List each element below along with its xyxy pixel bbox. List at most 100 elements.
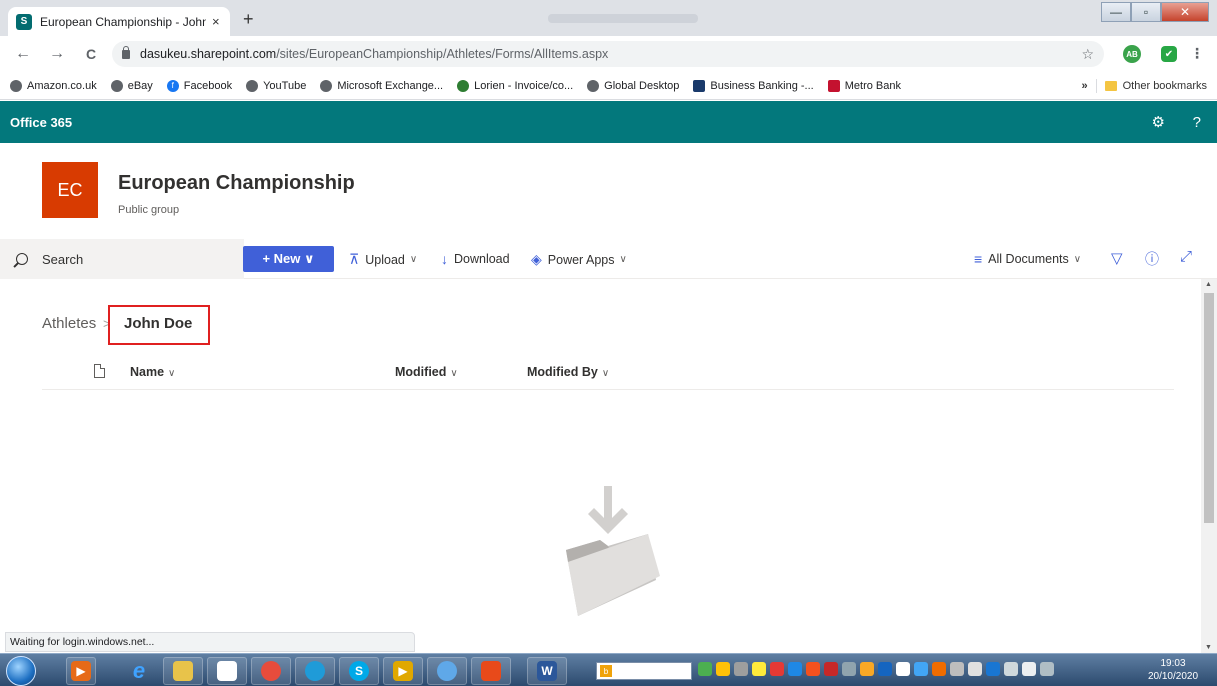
scrollbar-thumb[interactable] (1204, 293, 1214, 523)
tray-icon[interactable] (824, 662, 838, 676)
taskbar-app[interactable]: ▶ (66, 657, 96, 685)
breadcrumb-athletes[interactable]: Athletes (42, 315, 96, 332)
column-modified-by-label: Modified By (527, 365, 598, 379)
search-input[interactable]: Search (0, 239, 244, 279)
info-icon[interactable]: ⓘ (1145, 249, 1159, 269)
tray-icon[interactable] (860, 662, 874, 676)
bookmark-exchange[interactable]: Microsoft Exchange... (320, 79, 443, 92)
bookmark-amazon[interactable]: Amazon.co.uk (10, 79, 97, 92)
bookmark-business-banking[interactable]: Business Banking -... (693, 79, 814, 92)
tray-icon[interactable] (788, 662, 802, 676)
chevron-down-icon: ∨ (601, 368, 610, 379)
tray-icon[interactable] (896, 662, 910, 676)
tray-icon[interactable] (932, 662, 946, 676)
taskbar-app[interactable]: W (527, 657, 567, 685)
other-bookmarks[interactable]: Other bookmarks (1123, 80, 1207, 92)
view-selector[interactable]: ≡ All Documents ∨ (974, 251, 1081, 267)
taskbar-clock[interactable]: 19:03 20/10/2020 (1138, 657, 1208, 683)
taskbar-search-input[interactable]: b (596, 662, 692, 680)
upload-button[interactable]: ⊼ Upload ∨ (349, 251, 417, 268)
upload-label: Upload (365, 252, 405, 267)
close-window-icon[interactable]: ✕ (1161, 2, 1209, 22)
tray-icon[interactable] (770, 662, 784, 676)
metro-bank-icon (827, 79, 840, 92)
taskbar-app[interactable]: e (119, 657, 159, 685)
filter-icon[interactable]: ▽ (1111, 249, 1123, 267)
chevron-down-icon: ∨ (1073, 253, 1082, 265)
taskbar-app[interactable] (207, 657, 247, 685)
more-bookmarks-icon[interactable]: » (1082, 80, 1088, 92)
scroll-up-icon[interactable]: ▲ (1205, 281, 1212, 288)
forward-icon[interactable]: → (46, 45, 68, 63)
bookmark-facebook[interactable]: f Facebook (166, 79, 232, 92)
start-button[interactable] (6, 656, 36, 686)
tray-icon[interactable] (950, 662, 964, 676)
search-placeholder: Search (42, 251, 84, 267)
power-apps-button[interactable]: ◈ Power Apps ∨ (531, 251, 627, 268)
tray-icon[interactable] (968, 662, 982, 676)
tray-icon[interactable] (752, 662, 766, 676)
new-button[interactable]: + New ∨ (243, 246, 334, 272)
browser-toolbar: ← → C dasukeu.sharepoint.com/sites/Europ… (0, 36, 1217, 72)
taskbar-app[interactable] (251, 657, 291, 685)
bookmark-star-icon[interactable]: ☆ (1081, 46, 1094, 63)
column-modified-by[interactable]: Modified By ∨ (527, 365, 609, 379)
taskbar-app[interactable] (163, 657, 203, 685)
expand-icon[interactable]: ⤢ (1180, 248, 1192, 265)
maximize-icon[interactable]: ▫ (1131, 2, 1161, 22)
bookmark-ebay[interactable]: eBay (110, 79, 153, 92)
gear-icon[interactable]: ⚙ (1152, 113, 1165, 131)
bookmark-global-desktop[interactable]: Global Desktop (587, 79, 679, 92)
taskbar-app[interactable] (471, 657, 511, 685)
back-icon[interactable]: ← (12, 45, 34, 63)
tray-icon[interactable] (734, 662, 748, 676)
tray-icon[interactable] (914, 662, 928, 676)
taskbar-app[interactable] (427, 657, 467, 685)
tray-icon[interactable] (986, 662, 1000, 676)
page-scrollbar[interactable]: ▲ ▼ (1201, 279, 1217, 653)
office-icon (481, 661, 501, 681)
word-icon: W (537, 661, 557, 681)
tray-icon[interactable] (878, 662, 892, 676)
site-title[interactable]: European Championship (118, 172, 355, 195)
tray-icon[interactable] (806, 662, 820, 676)
taskbar-app[interactable]: S (339, 657, 379, 685)
bookmark-label: Amazon.co.uk (27, 79, 97, 92)
column-name[interactable]: Name ∨ (130, 365, 175, 379)
system-tray (698, 662, 1054, 676)
new-tab-button[interactable]: + (243, 9, 254, 30)
help-icon[interactable]: ? (1193, 114, 1201, 131)
file-type-icon (94, 364, 105, 378)
clock-time: 19:03 (1160, 658, 1186, 669)
url-path: /sites/EuropeanChampionship/Athletes/For… (276, 47, 609, 61)
signal-icon[interactable] (1004, 662, 1018, 676)
volume-icon[interactable] (1040, 662, 1054, 676)
taskbar-app[interactable] (295, 657, 335, 685)
browser-menu-icon[interactable]: ⋮ (1190, 45, 1204, 62)
download-button[interactable]: ↓ Download (441, 251, 510, 267)
extension-ab-icon[interactable]: AB (1123, 45, 1141, 63)
minimize-icon[interactable]: — (1101, 2, 1131, 22)
taskbar-app[interactable]: ▶ (383, 657, 423, 685)
bookmark-label: Lorien - Invoice/co... (474, 79, 574, 92)
site-subtitle: Public group (118, 204, 180, 216)
globe-icon (587, 79, 600, 92)
tray-icon[interactable] (716, 662, 730, 676)
reload-icon[interactable]: C (80, 46, 102, 62)
flag-icon[interactable] (1022, 662, 1036, 676)
site-logo[interactable]: EC (42, 162, 98, 218)
column-modified[interactable]: Modified ∨ (395, 365, 458, 379)
bookmark-metro-bank[interactable]: Metro Bank (827, 79, 901, 92)
lorien-icon (457, 79, 470, 92)
bookmark-youtube[interactable]: YouTube (246, 79, 306, 92)
o365-brand[interactable]: Office 365 (10, 115, 72, 130)
address-bar[interactable]: dasukeu.sharepoint.com/sites/EuropeanCha… (112, 41, 1104, 67)
extension-shield-icon[interactable]: ✔ (1161, 46, 1177, 62)
scroll-down-icon[interactable]: ▼ (1205, 644, 1212, 651)
close-tab-icon[interactable]: × (212, 14, 220, 29)
bookmark-lorien[interactable]: Lorien - Invoice/co... (457, 79, 574, 92)
tray-icon[interactable] (842, 662, 856, 676)
tray-icon[interactable] (698, 662, 712, 676)
tab-title: European Championship - John D (40, 14, 206, 29)
browser-tab[interactable]: S European Championship - John D × (8, 7, 230, 36)
